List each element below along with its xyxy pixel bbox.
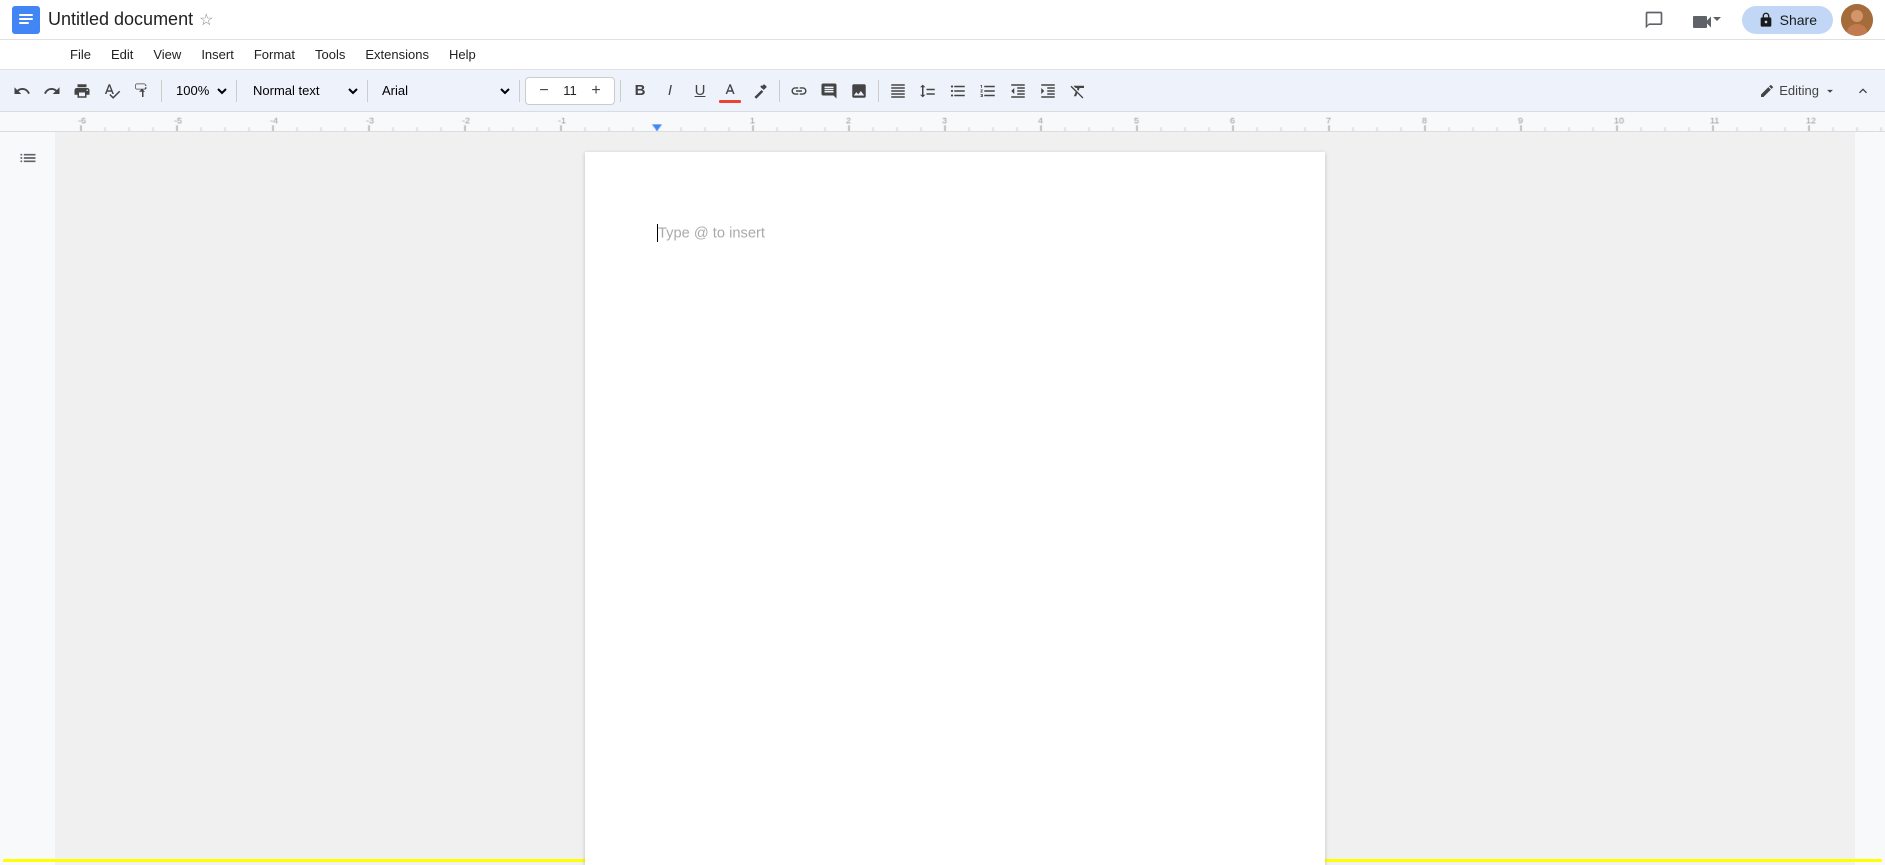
- print-button[interactable]: [68, 76, 96, 106]
- highlight-button[interactable]: [746, 76, 774, 106]
- font-select[interactable]: Arial Times New Roman Courier New Georgi…: [373, 77, 514, 105]
- menu-bar: File Edit View Insert Format Tools Exten…: [0, 40, 1885, 70]
- zoom-select[interactable]: 50% 75% 100% 125% 150% 200%: [167, 77, 231, 105]
- underline-button[interactable]: U: [686, 76, 714, 106]
- outline-toggle[interactable]: [12, 142, 44, 179]
- text-align-button[interactable]: [884, 76, 912, 106]
- document-title[interactable]: Untitled document: [48, 9, 193, 30]
- indent-more-button[interactable]: [1034, 76, 1062, 106]
- top-bar: Untitled document ☆ Share: [0, 0, 1885, 40]
- separator-5: [620, 80, 621, 102]
- menu-format[interactable]: Format: [244, 43, 305, 66]
- italic-button[interactable]: I: [656, 76, 684, 106]
- share-button[interactable]: Share: [1742, 6, 1833, 34]
- clear-formatting-button[interactable]: [1064, 76, 1092, 106]
- spellcheck-button[interactable]: [98, 76, 126, 106]
- font-size-value[interactable]: 11: [558, 83, 582, 98]
- text-cursor: [657, 224, 658, 242]
- menu-help[interactable]: Help: [439, 43, 486, 66]
- avatar[interactable]: [1841, 4, 1873, 36]
- document-page: Type @ to insert: [585, 152, 1325, 865]
- menu-view[interactable]: View: [143, 43, 191, 66]
- style-select[interactable]: Normal text Title Subtitle Heading 1 Hea…: [242, 77, 362, 105]
- right-sidebar: [1855, 132, 1885, 865]
- separator-6: [779, 80, 780, 102]
- placeholder-text: Type @ to insert: [658, 226, 765, 242]
- star-icon[interactable]: ☆: [199, 10, 213, 30]
- add-comment-button[interactable]: [815, 76, 843, 106]
- numbered-list-button[interactable]: [974, 76, 1002, 106]
- separator-7: [878, 80, 879, 102]
- menu-insert[interactable]: Insert: [191, 43, 244, 66]
- redo-button[interactable]: [38, 76, 66, 106]
- undo-button[interactable]: [8, 76, 36, 106]
- insert-link-button[interactable]: [785, 76, 813, 106]
- separator-1: [161, 80, 162, 102]
- main-area: Type @ to insert: [0, 132, 1885, 865]
- separator-3: [367, 80, 368, 102]
- toolbar: 50% 75% 100% 125% 150% 200% Normal text …: [0, 70, 1885, 112]
- font-size-control: − 11 +: [525, 77, 615, 105]
- document-content[interactable]: Type @ to insert: [657, 224, 1253, 865]
- collapse-toolbar-button[interactable]: [1849, 76, 1877, 106]
- bold-button[interactable]: B: [626, 76, 654, 106]
- bullet-list-button[interactable]: [944, 76, 972, 106]
- menu-tools[interactable]: Tools: [305, 43, 355, 66]
- font-size-decrease-button[interactable]: −: [530, 76, 558, 106]
- menu-file[interactable]: File: [60, 43, 101, 66]
- comments-button[interactable]: [1638, 4, 1670, 36]
- text-color-button[interactable]: [716, 76, 744, 106]
- line-spacing-button[interactable]: [914, 76, 942, 106]
- document-area[interactable]: Type @ to insert: [55, 132, 1855, 865]
- editing-status[interactable]: Editing: [1753, 79, 1843, 103]
- left-sidebar: [0, 132, 55, 865]
- meet-button[interactable]: [1678, 4, 1734, 36]
- ruler: [0, 112, 1885, 132]
- separator-2: [236, 80, 237, 102]
- menu-extensions[interactable]: Extensions: [355, 43, 439, 66]
- ruler-canvas: [0, 112, 1885, 131]
- top-right-actions: Share: [1638, 4, 1873, 36]
- editing-label: Editing: [1779, 83, 1819, 98]
- paint-format-button[interactable]: [128, 76, 156, 106]
- share-label: Share: [1780, 12, 1817, 28]
- app-icon: [12, 6, 40, 34]
- font-size-increase-button[interactable]: +: [582, 76, 610, 106]
- separator-4: [519, 80, 520, 102]
- menu-edit[interactable]: Edit: [101, 43, 143, 66]
- indent-less-button[interactable]: [1004, 76, 1032, 106]
- insert-image-button[interactable]: [845, 76, 873, 106]
